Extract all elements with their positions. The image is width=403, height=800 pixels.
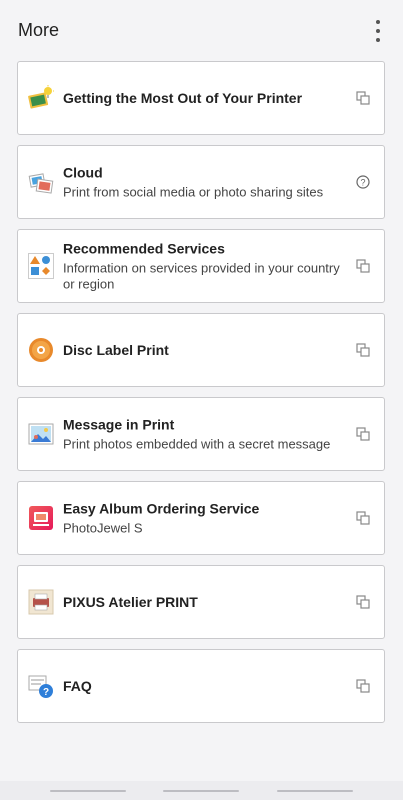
- item-title: Easy Album Ordering Service: [63, 500, 260, 517]
- help-circle-icon[interactable]: ?: [356, 175, 370, 189]
- item-title: Getting the Most Out of Your Printer: [63, 90, 303, 106]
- item-subtitle: Print photos embedded with a secret mess…: [63, 436, 331, 452]
- atelier-icon: [28, 589, 54, 615]
- item-title: Message in Print: [63, 416, 175, 433]
- list-item-message-in-print[interactable]: Message in Print Print photos embedded w…: [17, 397, 385, 471]
- list-item-faq[interactable]: ? FAQ: [17, 649, 385, 723]
- item-title: Cloud: [63, 164, 103, 181]
- open-external-icon[interactable]: [356, 679, 370, 693]
- open-external-icon[interactable]: [356, 259, 370, 273]
- disc-icon: [29, 338, 53, 362]
- lightbulb-photo-icon: [28, 85, 54, 109]
- list-item-recommended-services[interactable]: Recommended Services Information on serv…: [17, 229, 385, 303]
- nav-home-handle[interactable]: [163, 790, 239, 792]
- open-external-icon[interactable]: [356, 343, 370, 357]
- list-item-easy-album[interactable]: Easy Album Ordering Service PhotoJewel S: [17, 481, 385, 555]
- app-header: More: [0, 0, 403, 60]
- album-icon: [29, 506, 53, 530]
- item-subtitle: PhotoJewel S: [63, 520, 143, 536]
- item-title: Disc Label Print: [63, 342, 169, 358]
- faq-icon: ?: [28, 675, 53, 698]
- svg-text:?: ?: [360, 178, 365, 188]
- svg-text:?: ?: [43, 687, 49, 698]
- page-title: More: [18, 20, 60, 40]
- list-item-pixus-atelier[interactable]: PIXUS Atelier PRINT: [17, 565, 385, 639]
- item-subtitle: Information on services provided in your…: [63, 260, 340, 292]
- nav-back-handle[interactable]: [50, 790, 126, 792]
- shapes-icon: [28, 253, 54, 279]
- more-list: Getting the Most Out of Your Printer Clo…: [17, 61, 385, 733]
- list-item-cloud[interactable]: Cloud Print from social media or photo s…: [17, 145, 385, 219]
- nav-recents-handle[interactable]: [277, 790, 353, 792]
- overflow-menu-icon[interactable]: [366, 18, 390, 44]
- item-title: Recommended Services: [63, 240, 225, 257]
- list-item-disc-label[interactable]: Disc Label Print: [17, 313, 385, 387]
- open-external-icon[interactable]: [356, 427, 370, 441]
- item-subtitle: Print from social media or photo sharing…: [63, 184, 324, 200]
- open-external-icon[interactable]: [356, 91, 370, 105]
- open-external-icon[interactable]: [356, 595, 370, 609]
- cloud-photos-icon: [28, 173, 54, 194]
- item-title: FAQ: [63, 678, 92, 694]
- item-title: PIXUS Atelier PRINT: [63, 594, 198, 610]
- open-external-icon[interactable]: [356, 511, 370, 525]
- list-item-getting-most[interactable]: Getting the Most Out of Your Printer: [17, 61, 385, 135]
- system-nav-bar: [0, 781, 403, 800]
- message-photo-icon: [28, 423, 54, 445]
